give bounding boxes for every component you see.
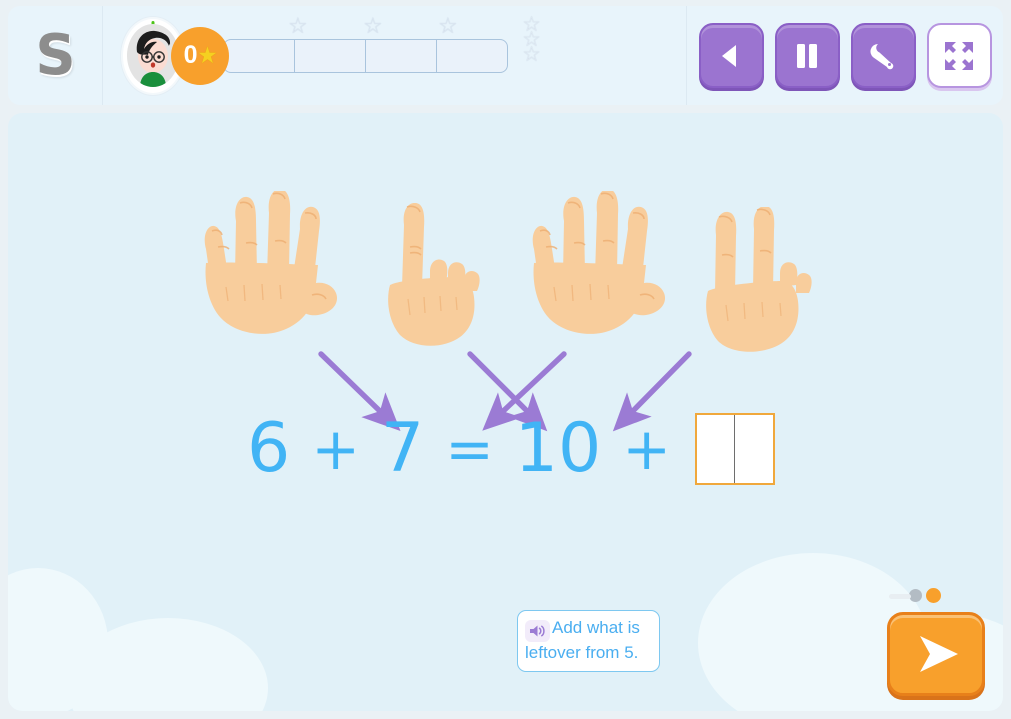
- hand-one: [378, 202, 488, 353]
- milestone-star-1: ☆: [288, 12, 308, 38]
- app-root: S 0 ★ ☆ ☆ ☆ ☆ ☆ ☆ 6 + 7 = 10 + Add what …: [0, 0, 1011, 719]
- progress-segment: [366, 39, 437, 72]
- pause-button[interactable]: [774, 23, 840, 88]
- hand-five-left: [188, 188, 348, 351]
- answer-input-box[interactable]: [694, 413, 775, 485]
- equation-first-addend: 6: [247, 409, 291, 488]
- hand-open-icon: [204, 188, 338, 334]
- hand-two-icon: [706, 205, 812, 352]
- next-control-group: [887, 588, 987, 696]
- progress-wrap: ☆ ☆ ☆ ☆ ☆ ☆: [223, 13, 541, 73]
- hint-tooltip[interactable]: Add what is leftover from 5.: [517, 610, 660, 673]
- top-bar: S 0 ★ ☆ ☆ ☆ ☆ ☆ ☆: [8, 6, 1003, 105]
- equation-second-addend: 7: [380, 409, 425, 488]
- fullscreen-icon: [945, 41, 973, 70]
- equation-equals-sign: =: [445, 415, 494, 483]
- hand-five-right: [516, 188, 676, 351]
- fullscreen-button[interactable]: [926, 23, 992, 88]
- controls-zone: [687, 6, 1003, 105]
- hand-open-icon: [532, 188, 666, 334]
- page-dot-2[interactable]: [926, 588, 941, 603]
- pagination-dots: [889, 588, 941, 603]
- arrow-hand3: [482, 351, 567, 431]
- pagination-line: [889, 594, 911, 599]
- hand-one-icon: [388, 202, 480, 346]
- settings-button[interactable]: [850, 23, 916, 88]
- equation-operator-plus-1: +: [311, 415, 360, 483]
- progress-segment: [224, 39, 295, 72]
- logo-zone: S: [8, 6, 103, 105]
- back-arrow-icon: [722, 44, 736, 67]
- score-badge: 0 ★: [171, 26, 229, 85]
- milestone-star-3: ☆: [438, 12, 458, 38]
- pause-icon: [797, 43, 817, 68]
- bonus-star-icon: ☆: [522, 42, 541, 66]
- back-button[interactable]: [698, 23, 764, 88]
- speaker-icon[interactable]: [525, 620, 550, 642]
- speaker-glyph: [530, 625, 545, 637]
- star-icon: ★: [198, 45, 217, 67]
- exercise-panel: 6 + 7 = 10 + Add what is leftover from 5…: [8, 113, 1003, 711]
- equation-row: 6 + 7 = 10 +: [8, 413, 1003, 485]
- player-zone: 0 ★ ☆ ☆ ☆ ☆ ☆ ☆: [103, 6, 687, 105]
- next-arrow-icon: [920, 636, 958, 672]
- next-button[interactable]: [887, 612, 985, 696]
- arrow-hand2: [467, 351, 548, 432]
- milestone-star-2: ☆: [363, 12, 383, 38]
- hands-illustration: [8, 188, 1003, 353]
- progress-segment: [437, 40, 507, 72]
- app-logo: S: [35, 22, 75, 88]
- bonus-star-stack: ☆ ☆ ☆: [522, 13, 541, 66]
- answer-cell-1[interactable]: [697, 415, 736, 483]
- arrow-hand1: [318, 351, 401, 432]
- wrench-icon: [870, 43, 894, 69]
- progress-segment: [295, 39, 366, 72]
- equation-operator-plus-2: +: [622, 415, 671, 483]
- hand-two: [702, 205, 814, 357]
- arrow-hand4: [612, 351, 692, 432]
- answer-cell-2[interactable]: [735, 415, 773, 483]
- equation-known-result: 10: [514, 409, 602, 488]
- progress-bar: [223, 38, 508, 73]
- score-value: 0: [183, 41, 198, 69]
